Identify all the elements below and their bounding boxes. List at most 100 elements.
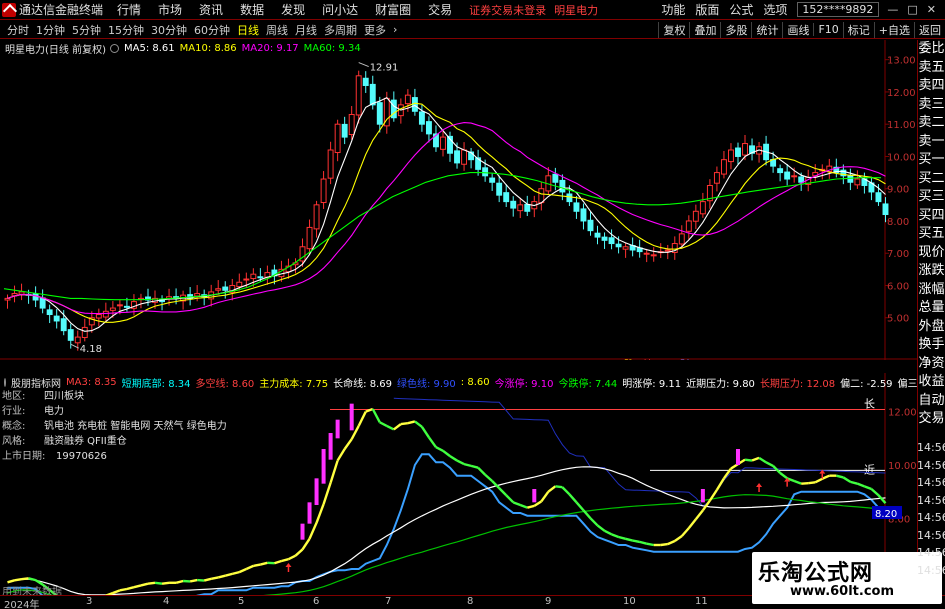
minimize-icon[interactable]: — [887,3,898,16]
app-window: 通达信金融终端 行情 市场 资讯 数据 发现 问小达 财富圈 交易 证券交易未登… [0,0,945,609]
ma3-segment [420,426,430,439]
sidebar-tab-4[interactable]: 卖二 [918,114,945,133]
tool-back-button[interactable]: 返回 [914,21,945,38]
trade-login-alert[interactable]: 证券交易未登录 [469,2,546,18]
sidebar-tab-5[interactable]: 卖一 [918,133,945,152]
tool-stats-button[interactable]: 统计 [751,21,782,38]
price-tag-label: 8.20 [875,509,897,520]
ma3-segment [343,438,353,450]
ma3-segment [836,474,844,479]
close-icon[interactable]: ✕ [927,3,936,16]
menu-item-wealth-circle[interactable]: 财富圈 [375,1,411,18]
menu-item-ask[interactable]: 问小达 [322,1,358,18]
sidebar-tab-3[interactable]: 卖三 [918,96,945,115]
sidebar-tab-19[interactable]: 自动 [918,392,945,411]
candle-body [67,329,74,341]
tool-f10-button[interactable]: F10 [813,23,842,36]
buy-arrow [756,483,763,487]
candle-body [362,77,369,86]
sidebar-tab-11[interactable]: 现价 [918,244,945,263]
candle-body [60,318,67,332]
tool-overlay-button[interactable]: 叠加 [689,21,720,38]
sidebar-tab-1[interactable]: 卖五 [918,59,945,78]
date-tick: 5 [238,596,245,607]
ma3-segment [294,548,304,557]
indicator-settings-icon[interactable] [4,377,6,387]
date-tick: 10 [623,596,636,607]
tool-mark-button[interactable]: 标记 [842,21,874,38]
candle-body [524,203,531,212]
info-listing-date: 上市日期: 19970626 [2,451,107,462]
candle-body [482,167,489,177]
period-tab-weekly[interactable]: 周线 [266,22,288,38]
candle-body [678,233,685,245]
chevron-right-icon[interactable]: › [393,23,397,36]
sidebar-tab-0[interactable]: 委比 [918,40,945,59]
menu-item-discover[interactable]: 发现 [281,1,305,18]
stock-info-panel: 地区: 四川板块 行业: 电力 概念: 钒电池 充电桩 智能电网 天然气 绿色电力 风… [2,389,227,464]
candle-body [327,149,334,179]
candle-body [784,171,791,180]
menu-item-trade[interactable]: 交易 [428,1,452,18]
account-field[interactable]: 152****9892 [797,2,880,17]
menu-item-layout[interactable]: 版面 [695,1,719,18]
menu-item-options[interactable]: 选项 [763,1,787,18]
period-tab-5min[interactable]: 5分钟 [72,22,101,38]
ma3-segment [694,509,704,520]
menu-item-data[interactable]: 数据 [240,1,264,18]
candle-body [601,236,608,241]
period-tab-30min[interactable]: 30分钟 [151,22,187,38]
sidebar-tab-14[interactable]: 总量 [918,299,945,318]
legend-settings-icon[interactable] [109,43,119,53]
tool-multi-stock-button[interactable]: 多股 [720,21,751,38]
sidebar-tab-20[interactable]: 交易 [918,410,945,429]
sidebar-tab-12[interactable]: 涨跌 [918,262,945,281]
low-label: 4.18 [80,344,102,355]
period-tab-timeline[interactable]: 分时 [7,22,29,38]
ma3-segment [856,482,865,488]
sidebar-tab-15[interactable]: 外盘 [918,318,945,337]
sidebar-tab-6[interactable]: 买一 [918,151,945,170]
candle-body [74,336,81,344]
maximize-icon[interactable]: □ [907,3,917,16]
period-tab-monthly[interactable]: 月线 [295,22,317,38]
candle-body [699,201,706,215]
menu-item-formula[interactable]: 公式 [729,1,753,18]
period-tab-more[interactable]: 更多 [364,22,386,38]
period-tab-multi[interactable]: 多周期 [324,22,357,38]
chart-title: 明星电力(日线 前复权) [5,44,106,56]
sidebar-tab-7[interactable]: 买二 [918,170,945,189]
tool-adjust-button[interactable]: 复权 [658,21,689,38]
sidebar-tab-8[interactable]: 买三 [918,188,945,207]
legend-today-limit-up: 今涨停: 9.10 [494,378,554,390]
ma3-segment [126,586,135,591]
indicator-title: 股朋指标网 [11,378,61,390]
sidebar-tab-2[interactable]: 卖四 [918,77,945,96]
ma3-segment [449,455,458,462]
sidebar-tab-13[interactable]: 涨幅 [918,281,945,300]
signal-bar [314,478,319,505]
ma3-segment [519,503,528,509]
menu-item-market-center[interactable]: 市场 [158,1,182,18]
period-tab-15min[interactable]: 15分钟 [108,22,144,38]
sidebar-tab-16[interactable]: 换手 [918,336,945,355]
ma3-segment [850,480,858,485]
ma3-segment [639,540,647,545]
period-tab-daily[interactable]: 日线 [237,22,259,38]
menu-item-news[interactable]: 资讯 [199,1,223,18]
sidebar-tab-17[interactable]: 净资 [918,355,945,374]
tool-draw-button[interactable]: 画线 [782,21,813,38]
candlestick-chart[interactable]: 13.00 12.00 11.00 10.00 9.00 8.00 7.00 6.00 5.00… [0,40,917,360]
candle-body [243,278,250,281]
date-tick: 9 [545,596,552,607]
menu-item-market[interactable]: 行情 [117,1,141,18]
ma3-segment [189,578,198,583]
menu-item-function[interactable]: 功能 [661,1,685,18]
period-tab-1min[interactable]: 1分钟 [36,22,65,38]
candle-body [454,150,460,164]
period-tab-60min[interactable]: 60分钟 [194,22,230,38]
sidebar-tab-9[interactable]: 买四 [918,207,945,226]
sidebar-tab-18[interactable]: 收益 [918,373,945,392]
tool-add-watchlist-button[interactable]: +自选 [873,21,914,38]
sidebar-tab-10[interactable]: 买五 [918,225,945,244]
